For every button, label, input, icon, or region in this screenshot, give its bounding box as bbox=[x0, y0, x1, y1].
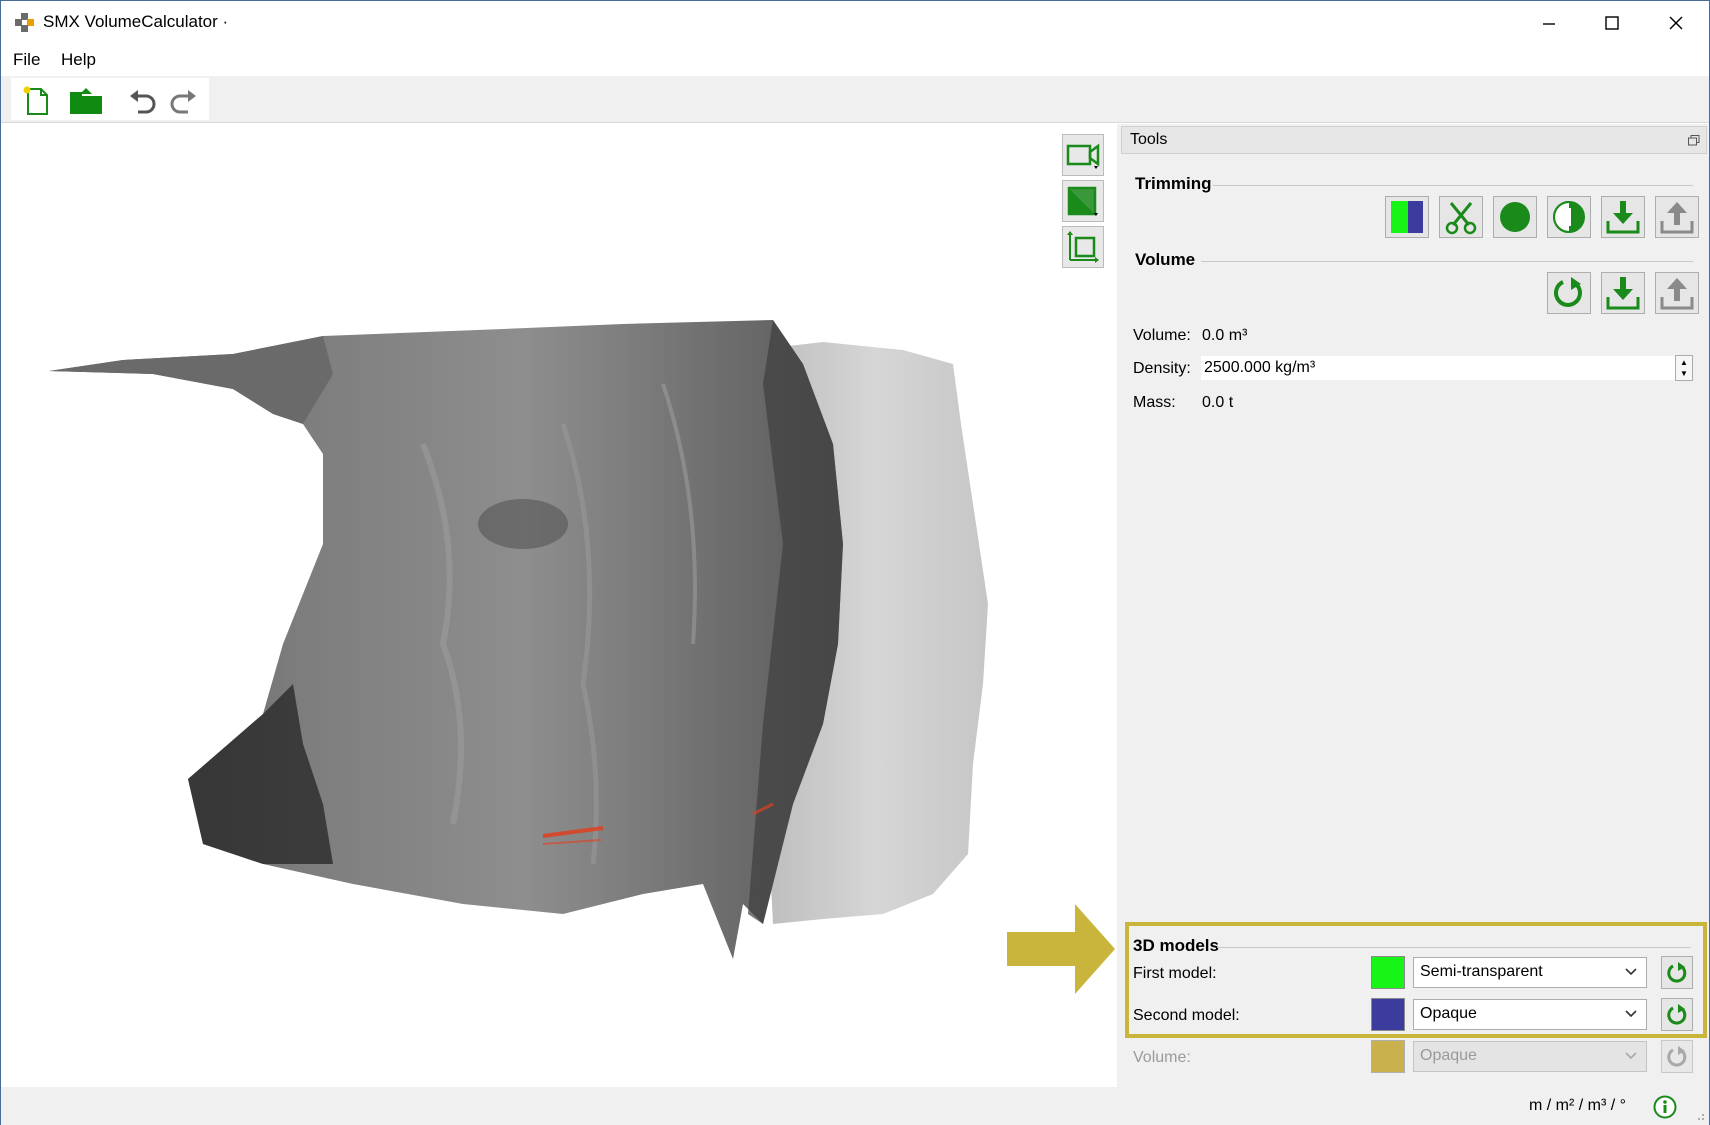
volume-label: Volume: bbox=[1133, 327, 1191, 344]
volume-export-button[interactable] bbox=[1655, 272, 1699, 314]
volume-model-label: Volume: bbox=[1133, 1049, 1191, 1066]
info-icon[interactable] bbox=[1653, 1095, 1677, 1119]
undo-button[interactable] bbox=[123, 83, 161, 119]
app-logo-icon bbox=[15, 13, 35, 33]
volume-import-button[interactable] bbox=[1601, 272, 1645, 314]
split-color-button[interactable] bbox=[1385, 196, 1429, 238]
menu-help[interactable]: Help bbox=[61, 50, 96, 70]
download-icon bbox=[1606, 201, 1640, 234]
close-button[interactable] bbox=[1645, 1, 1707, 45]
camera-icon bbox=[1066, 143, 1100, 169]
circle-icon bbox=[1500, 202, 1530, 232]
refresh-icon bbox=[1667, 1045, 1687, 1067]
menu-bar: File Help bbox=[1, 45, 1709, 75]
volume-divider bbox=[1201, 261, 1693, 262]
density-input[interactable]: 2500.000 kg/m³ bbox=[1200, 355, 1692, 381]
undock-icon[interactable] bbox=[1688, 135, 1700, 146]
recalculate-volume-button[interactable] bbox=[1547, 272, 1591, 314]
new-document-icon bbox=[23, 86, 48, 115]
volume-model-mode-value: Opaque bbox=[1420, 1047, 1477, 1064]
volume-model-mode-select: Opaque bbox=[1413, 1041, 1647, 1072]
spin-up-icon[interactable]: ▲ bbox=[1680, 359, 1688, 367]
volume-section-title: Volume bbox=[1135, 250, 1196, 269]
cut-button[interactable] bbox=[1439, 196, 1483, 238]
close-icon bbox=[1669, 16, 1683, 30]
status-bar: m / m² / m³ / ° bbox=[1, 1087, 1709, 1125]
fill-circle-button[interactable] bbox=[1493, 196, 1537, 238]
trimming-section-title: Trimming bbox=[1135, 174, 1212, 193]
bounding-box-button[interactable] bbox=[1062, 226, 1104, 268]
spin-down-icon[interactable]: ▼ bbox=[1680, 370, 1688, 378]
mass-label: Mass: bbox=[1133, 394, 1176, 411]
split-color-icon bbox=[1391, 201, 1423, 233]
refresh-icon bbox=[1554, 277, 1582, 307]
half-circle-icon bbox=[1553, 201, 1585, 233]
upload-icon bbox=[1660, 278, 1694, 310]
annotation-arrow-icon bbox=[1007, 904, 1115, 994]
new-project-button[interactable] bbox=[17, 83, 55, 119]
mass-value: 0.0 t bbox=[1202, 394, 1234, 411]
volume-model-color-swatch bbox=[1371, 1040, 1405, 1073]
title-bar: SMX VolumeCalculator · bbox=[1, 1, 1709, 45]
open-project-button[interactable] bbox=[67, 83, 105, 119]
3d-models-highlight bbox=[1125, 922, 1707, 1038]
tools-panel-header: Tools bbox=[1121, 126, 1707, 154]
volume-value: 0.0 m³ bbox=[1202, 327, 1248, 344]
3d-viewport[interactable] bbox=[3, 124, 1115, 1087]
upload-icon bbox=[1660, 202, 1694, 234]
camera-view-button[interactable] bbox=[1062, 134, 1104, 176]
trimming-divider bbox=[1213, 185, 1693, 186]
maximize-button[interactable] bbox=[1581, 1, 1643, 45]
menu-file[interactable]: File bbox=[13, 50, 40, 70]
rock-model-render bbox=[49, 320, 988, 959]
view-mode-button[interactable] bbox=[1062, 180, 1104, 222]
window-title: SMX VolumeCalculator · bbox=[43, 12, 229, 31]
redo-button[interactable] bbox=[165, 83, 203, 119]
units-indicator[interactable]: m / m² / m³ / ° bbox=[1529, 1097, 1626, 1115]
toolbar-group bbox=[11, 78, 209, 120]
maximize-icon bbox=[1605, 16, 1619, 30]
tools-title: Tools bbox=[1130, 131, 1168, 148]
download-icon bbox=[1606, 277, 1640, 310]
undo-icon bbox=[130, 90, 156, 114]
redo-icon bbox=[170, 90, 196, 114]
density-label: Density: bbox=[1133, 360, 1191, 377]
half-circle-button[interactable] bbox=[1547, 196, 1591, 238]
chevron-down-icon bbox=[1625, 1052, 1637, 1060]
app-window: SMX VolumeCalculator · File Help Tools T… bbox=[0, 0, 1710, 1125]
minimize-icon bbox=[1543, 23, 1555, 25]
toolbar bbox=[1, 76, 1709, 123]
scissors-icon bbox=[1445, 202, 1477, 235]
resize-grip-icon[interactable] bbox=[1693, 1109, 1705, 1121]
bounding-box-icon bbox=[1067, 231, 1099, 263]
minimize-button[interactable] bbox=[1518, 1, 1580, 45]
density-spinner[interactable]: ▲ ▼ bbox=[1675, 355, 1693, 381]
trimming-export-button[interactable] bbox=[1655, 196, 1699, 238]
volume-model-reset-button bbox=[1661, 1040, 1693, 1073]
view-mode-icon bbox=[1067, 186, 1098, 216]
trimming-import-button[interactable] bbox=[1601, 196, 1645, 238]
open-folder-icon bbox=[70, 88, 102, 114]
